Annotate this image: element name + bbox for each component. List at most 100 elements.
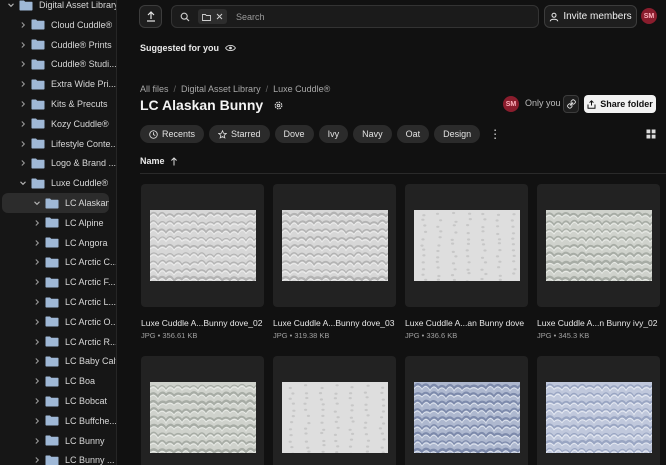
sidebar-item[interactable]: Kozy Cuddle®: [0, 114, 116, 134]
grid-view-icon[interactable]: [646, 129, 656, 139]
sidebar-item[interactable]: Kits & Precuts: [0, 94, 116, 114]
file-thumbnail[interactable]: [537, 356, 660, 465]
sidebar-item[interactable]: LC Arctic C...: [0, 252, 116, 272]
sidebar-item[interactable]: LC Arctic R...: [0, 332, 116, 352]
chevron-right-icon[interactable]: [32, 218, 42, 228]
sidebar-item[interactable]: Extra Wide Pri...: [0, 74, 117, 94]
file-thumbnail[interactable]: [141, 356, 264, 465]
file-card[interactable]: Luxe Cuddle A...Bunny dove_02 JPG • 356.6…: [141, 184, 264, 340]
chevron-right-icon[interactable]: [32, 376, 42, 386]
chevron-right-icon[interactable]: [18, 40, 28, 50]
invite-members-button[interactable]: Invite members: [544, 5, 637, 28]
close-icon[interactable]: [216, 13, 223, 20]
gear-icon[interactable]: [273, 100, 284, 111]
chevron-down-icon[interactable]: [18, 178, 28, 188]
chevron-down-icon[interactable]: [32, 198, 42, 208]
filter-dove[interactable]: Dove: [274, 125, 314, 143]
sidebar-item[interactable]: Lifestyle Conte...: [0, 134, 116, 154]
sidebar-item[interactable]: Logo & Brand ...: [0, 153, 116, 173]
chevron-right-icon[interactable]: [32, 416, 42, 426]
sidebar-item[interactable]: LC Baby Calf: [0, 351, 117, 371]
file-name[interactable]: Luxe Cuddle A...n Bunny ivy_02: [537, 318, 660, 328]
more-options-icon[interactable]: ⋮: [489, 125, 501, 143]
breadcrumb-item[interactable]: Luxe Cuddle®: [273, 84, 330, 94]
file-card[interactable]: Luxe Cuddle A...Bunny dove_03 JPG • 319.3…: [273, 184, 396, 340]
sidebar-item[interactable]: LC Arctic O...: [0, 312, 116, 332]
file-thumbnail[interactable]: [273, 356, 396, 465]
sidebar-item[interactable]: LC Arctic L...: [0, 292, 116, 312]
sidebar-item[interactable]: LC Angora: [0, 233, 116, 253]
file-card[interactable]: [141, 356, 264, 465]
file-card[interactable]: Luxe Cuddle A...an Bunny dove JPG • 336.6…: [405, 184, 528, 340]
chevron-right-icon[interactable]: [18, 59, 28, 69]
sidebar-item[interactable]: LC Bobcat: [0, 391, 116, 411]
chevron-right-icon[interactable]: [32, 317, 42, 327]
chevron-right-icon[interactable]: [18, 119, 28, 129]
sidebar-item[interactable]: LC Bunny: [0, 431, 116, 451]
chevron-down-icon[interactable]: [6, 0, 16, 10]
chevron-right-icon[interactable]: [32, 238, 42, 248]
chevron-right-icon[interactable]: [32, 277, 42, 287]
chevron-right-icon[interactable]: [18, 158, 28, 168]
sidebar-item[interactable]: Luxe Cuddle®: [0, 173, 116, 193]
chevron-right-icon[interactable]: [18, 139, 28, 149]
chevron-right-icon[interactable]: [32, 297, 42, 307]
file-meta: JPG • 345.3 KB: [537, 331, 590, 340]
sharing-status: Only you: [525, 98, 561, 108]
file-thumbnail[interactable]: [405, 184, 528, 307]
file-thumbnail[interactable]: [405, 356, 528, 465]
breadcrumb-item[interactable]: Digital Asset Library: [181, 84, 261, 94]
file-name[interactable]: Luxe Cuddle A...Bunny dove_03: [273, 318, 396, 328]
sidebar-item[interactable]: LC Bunny ...: [0, 450, 116, 465]
chevron-right-icon[interactable]: [18, 99, 28, 109]
file-name[interactable]: Luxe Cuddle A...an Bunny dove: [405, 318, 528, 328]
file-card[interactable]: [537, 356, 660, 465]
chevron-right-icon[interactable]: [32, 436, 42, 446]
chevron-right-icon[interactable]: [18, 20, 28, 30]
filter-oat[interactable]: Oat: [396, 125, 430, 143]
filter-starred[interactable]: Starred: [209, 125, 270, 143]
avatar[interactable]: SM: [641, 8, 657, 24]
sidebar-item[interactable]: Cuddle® Studi...: [0, 54, 116, 74]
folder-icon: [45, 237, 59, 248]
eye-icon[interactable]: [225, 44, 236, 52]
chevron-right-icon[interactable]: [32, 396, 42, 406]
sidebar-item[interactable]: LC Arctic F...: [0, 272, 116, 292]
chevron-right-icon[interactable]: [32, 455, 42, 465]
chevron-right-icon[interactable]: [32, 257, 42, 267]
suggested-for-you[interactable]: Suggested for you: [140, 43, 236, 53]
breadcrumb-item[interactable]: All files: [140, 84, 169, 94]
upload-button[interactable]: [139, 5, 162, 28]
file-thumbnail[interactable]: [273, 184, 396, 307]
sidebar-item[interactable]: Cuddle® Prints: [0, 35, 116, 55]
sidebar-item-label: Extra Wide Pri...: [51, 79, 117, 90]
file-name[interactable]: Luxe Cuddle A...Bunny dove_02: [141, 318, 264, 328]
search-bar[interactable]: Search: [171, 5, 539, 28]
sidebar-item[interactable]: LC Alpine: [0, 213, 116, 233]
sidebar-item-label: Kozy Cuddle®: [51, 118, 109, 129]
search-input[interactable]: Search: [236, 12, 265, 22]
filter-navy[interactable]: Navy: [353, 125, 392, 143]
folder-icon: [45, 455, 59, 465]
file-card[interactable]: Luxe Cuddle A...n Bunny ivy_02 JPG • 345.…: [537, 184, 660, 340]
sidebar-item[interactable]: LC Buffche...: [0, 411, 116, 431]
file-card[interactable]: [405, 356, 528, 465]
sidebar-item[interactable]: LC Alaskan...: [2, 193, 109, 213]
chevron-right-icon[interactable]: [32, 356, 42, 366]
sidebar-item[interactable]: LC Boa: [0, 371, 116, 391]
filter-design[interactable]: Design: [434, 125, 481, 143]
sidebar-item[interactable]: Digital Asset Library: [0, 0, 116, 15]
sidebar-item-label: LC Baby Calf: [65, 356, 117, 367]
filter-ivy[interactable]: Ivy: [318, 125, 349, 143]
share-folder-button[interactable]: Share folder: [584, 95, 656, 113]
filter-recents[interactable]: Recents: [140, 125, 205, 143]
sidebar-item[interactable]: Cloud Cuddle®: [0, 15, 116, 35]
file-thumbnail[interactable]: [141, 184, 264, 307]
chevron-right-icon[interactable]: [32, 337, 42, 347]
search-scope-chip[interactable]: [198, 9, 227, 24]
copy-link-button[interactable]: [563, 95, 579, 113]
file-thumbnail[interactable]: [537, 184, 660, 307]
sort-header[interactable]: Name: [140, 156, 178, 166]
chevron-right-icon[interactable]: [18, 79, 28, 89]
file-card[interactable]: [273, 356, 396, 465]
